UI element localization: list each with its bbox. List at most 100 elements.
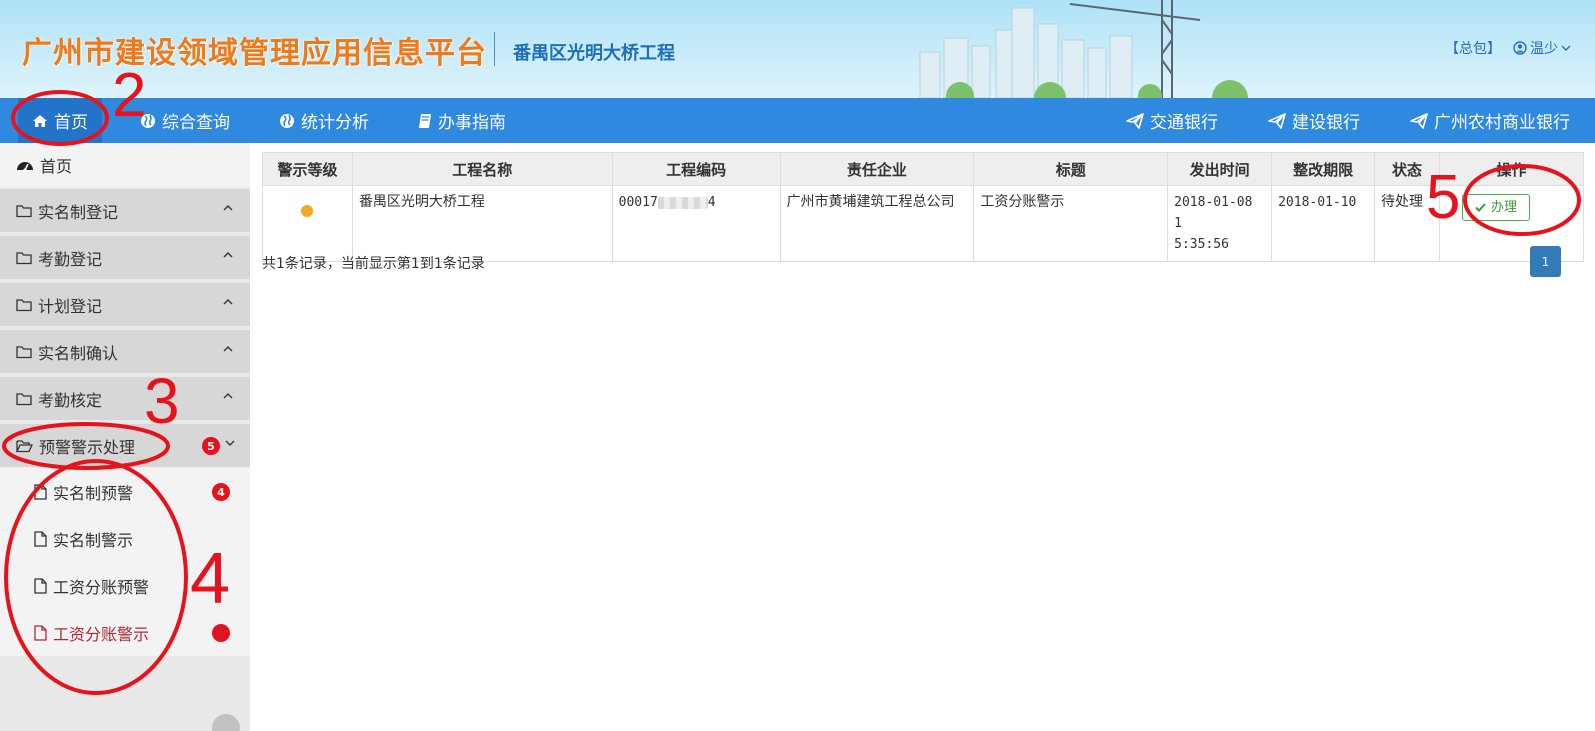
chevron-up-icon (223, 252, 233, 258)
nav-bank-bocom-label: 交通银行 (1150, 113, 1218, 133)
home-icon (33, 114, 47, 127)
column-header[interactable]: 工程名称 (351, 152, 613, 186)
chevron-down-icon (225, 440, 235, 446)
warning-count-badge: 5 (202, 437, 220, 455)
warning-table: 警示等级 工程名称 工程编码 责任企业 标题 发出时间 整改期限 状态 操作 番… (262, 152, 1584, 262)
header-banner: 广州市建设领域管理应用信息平台 番禺区光明大桥工程 【总包】 温少 (0, 0, 1595, 98)
issued-time-line: 5:35:56 (1174, 237, 1229, 252)
folder-icon (16, 345, 32, 358)
table-row[interactable]: 番禺区光明大桥工程 00017 4 广州市黄埔建筑工程总公司 工资分账警示 201… (262, 185, 1584, 262)
folder-icon (16, 392, 32, 405)
sidebar-group-label: 实名制确认 (38, 343, 119, 363)
title-cell: 工资分账警示 (973, 185, 1169, 262)
sidebar-item-home[interactable]: 首页 (0, 143, 250, 187)
nav-guide[interactable]: 办事指南 (404, 98, 520, 143)
sidebar-group-label: 实名制登记 (38, 202, 119, 222)
annotation-label-2: 2 (112, 61, 147, 130)
project-code-suffix: 4 (707, 195, 716, 210)
sidebar-group-warning-handling[interactable]: 预警警示处理 5 (0, 424, 250, 469)
chevron-down-icon (1561, 45, 1571, 51)
table-header-row: 警示等级 工程名称 工程编码 责任企业 标题 发出时间 整改期限 状态 操作 (262, 152, 1584, 186)
redacted-code (657, 196, 708, 209)
sidebar-group-label: 考勤核定 (38, 390, 103, 410)
project-code-cell: 00017 4 (611, 185, 781, 262)
issued-time-cell: 2018-01-08 1 5:35:56 (1167, 185, 1273, 262)
app-root: 广州市建设领域管理应用信息平台 番禺区光明大桥工程 【总包】 温少 首页 综合查… (0, 0, 1595, 731)
column-header[interactable]: 整改期限 (1271, 152, 1376, 186)
warning-level-dot (301, 205, 314, 217)
chevron-up-icon (223, 205, 233, 211)
folder-icon (16, 298, 32, 311)
nav-statistics-label: 统计分析 (301, 113, 369, 133)
column-header[interactable]: 工程编码 (611, 152, 781, 186)
annotation-label-4: 4 (190, 539, 231, 619)
sidebar-group-realname-registration[interactable]: 实名制登记 (0, 189, 250, 234)
warning-level-cell (262, 185, 353, 262)
check-icon (1475, 203, 1486, 212)
handle-button-label: 办理 (1491, 200, 1518, 215)
chevron-up-icon (223, 346, 233, 352)
column-header[interactable]: 标题 (973, 152, 1169, 186)
sidebar-item-label: 实名制警示 (53, 530, 134, 550)
sidebar-group-label: 预警警示处理 (39, 437, 136, 457)
main-content: 警示等级 工程名称 工程编码 责任企业 标题 发出时间 整改期限 状态 操作 番… (250, 143, 1595, 731)
nav-home-label: 首页 (54, 113, 88, 133)
wage-alert-badge: 1 (212, 624, 230, 642)
city-skyline-illustration (919, 0, 1248, 98)
sidebar-item-label: 工资分账预警 (53, 577, 150, 597)
folder-open-icon (16, 439, 33, 452)
globe-icon (280, 113, 294, 128)
nav-bank-ccb-label: 建设银行 (1292, 113, 1360, 133)
project-name-cell: 番禺区光明大桥工程 (351, 185, 613, 262)
deadline-cell: 2018-01-10 (1271, 185, 1376, 262)
sidebar-group-plan-registration[interactable]: 计划登记 (0, 283, 250, 328)
column-header[interactable]: 发出时间 (1167, 152, 1273, 186)
user-name: 温少 (1530, 41, 1558, 57)
user-icon (1513, 41, 1527, 55)
nav-guide-label: 办事指南 (438, 113, 506, 133)
sidebar-group-attendance-check[interactable]: 考勤核定 (0, 377, 250, 422)
nav-bank-bocom[interactable]: 交通银行 (1112, 98, 1232, 143)
top-nav: 首页 综合查询 统计分析 办事指南 交通银行 建设银行 广州农村商业银行 (0, 98, 1595, 143)
column-header[interactable]: 警示等级 (262, 152, 353, 186)
book-icon (419, 113, 431, 128)
annotation-label-3: 3 (144, 365, 180, 437)
paper-plane-icon (1268, 112, 1286, 129)
head-office-link[interactable]: 【总包】 (1445, 38, 1501, 58)
company-cell: 广州市黄埔建筑工程总公司 (779, 185, 975, 262)
file-icon (34, 530, 47, 547)
sidebar-item-home-label: 首页 (40, 157, 73, 176)
chevron-up-icon (223, 393, 233, 399)
nav-comprehensive-query-label: 综合查询 (162, 113, 230, 133)
file-icon (34, 483, 47, 500)
nav-bank-grcb-label: 广州农村商业银行 (1434, 113, 1570, 133)
pagination-summary: 共1条记录，当前显示第1到1条记录 (262, 256, 485, 272)
app-title: 广州市建设领域管理应用信息平台 (22, 36, 487, 71)
sidebar-group-realname-confirmation[interactable]: 实名制确认 (0, 330, 250, 375)
sidebar-item-label: 工资分账警示 (53, 624, 150, 644)
chevron-up-icon (223, 299, 233, 305)
nav-home[interactable]: 首页 (18, 98, 102, 143)
file-icon (34, 577, 47, 594)
nav-bank-ccb[interactable]: 建设银行 (1254, 98, 1374, 143)
column-header[interactable]: 操作 (1439, 152, 1584, 186)
annotation-label-5: 5 (1426, 163, 1461, 232)
page-button[interactable]: 1 (1530, 246, 1561, 277)
sidebar-group-attendance-registration[interactable]: 考勤登记 (0, 236, 250, 281)
sidebar-item-realname-warning[interactable]: 实名制预警 4 (0, 468, 250, 515)
realname-warning-badge: 4 (212, 483, 230, 501)
column-header[interactable]: 责任企业 (779, 152, 975, 186)
nav-bank-grcb[interactable]: 广州农村商业银行 (1396, 98, 1584, 143)
issued-time-line: 2018-01-08 1 (1174, 195, 1253, 231)
folder-icon (16, 251, 32, 264)
sidebar: 首页 实名制登记 考勤登记 计划登记 实名制确认 考勤核定 预警警示处理 5 实… (0, 143, 250, 731)
folder-icon (16, 204, 32, 217)
project-code-prefix: 00017 (618, 195, 658, 210)
dashboard-icon (17, 162, 33, 172)
user-menu[interactable]: 温少 (1513, 38, 1571, 58)
handle-button[interactable]: 办理 (1462, 194, 1531, 221)
nav-statistics[interactable]: 统计分析 (265, 98, 383, 143)
project-name: 番禺区光明大桥工程 (513, 43, 675, 64)
paper-plane-icon (1410, 112, 1428, 129)
file-icon (34, 624, 47, 641)
